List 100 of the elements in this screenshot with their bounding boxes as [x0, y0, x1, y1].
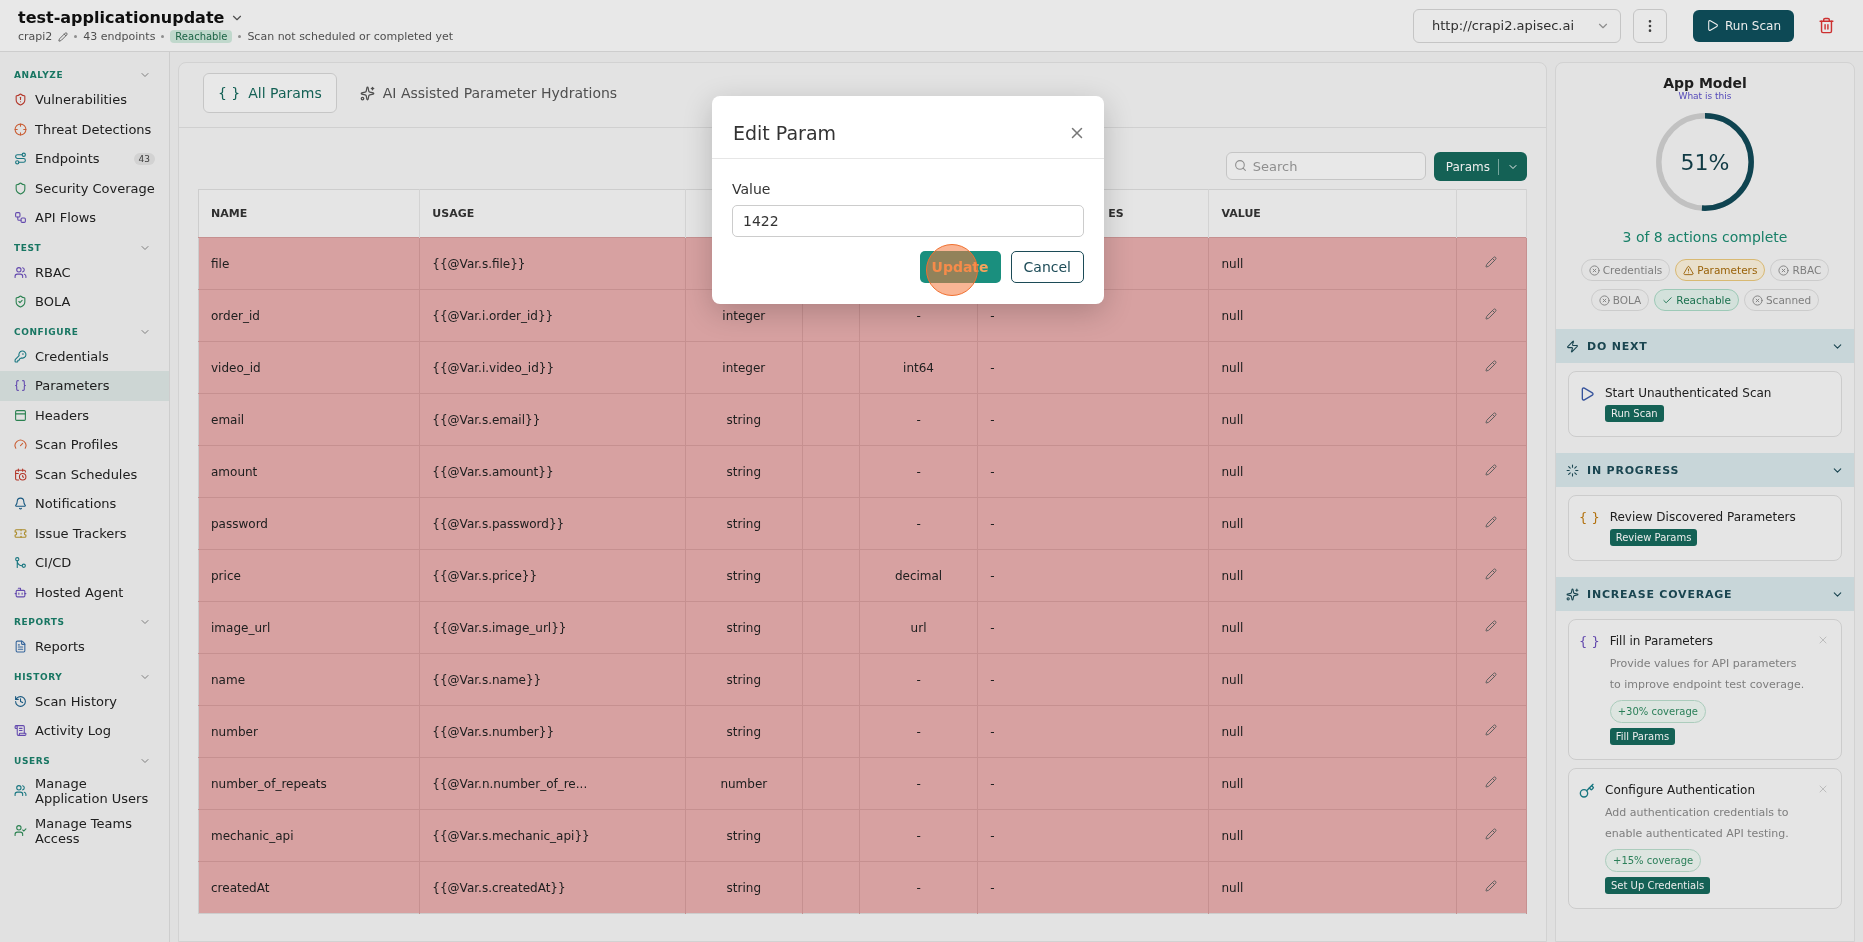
- action-button[interactable]: Run Scan: [1605, 405, 1664, 422]
- section-header[interactable]: INCREASE COVERAGE: [1556, 577, 1854, 611]
- sidebar-item[interactable]: RBAC: [0, 257, 169, 287]
- progress-percent: 51%: [1680, 149, 1730, 175]
- param-type: string: [726, 672, 762, 687]
- edit-icon[interactable]: [1485, 776, 1498, 788]
- search-field[interactable]: Search: [1225, 152, 1426, 180]
- edit-icon[interactable]: [1485, 516, 1498, 528]
- sidebar-item[interactable]: Scan Schedules: [0, 459, 169, 489]
- edit-icon[interactable]: [1485, 256, 1498, 268]
- status-badge: Reachable: [170, 30, 233, 43]
- edit-icon[interactable]: [1485, 360, 1498, 372]
- param-format: int64: [903, 360, 934, 375]
- sidebar-item[interactable]: Manage Teams Access: [0, 810, 169, 851]
- sidebar-label: API Flows: [35, 210, 97, 226]
- edit-icon[interactable]: [1485, 828, 1498, 840]
- run-scan-button[interactable]: Run Scan: [1693, 9, 1794, 42]
- coverage-chip: +30% coverage: [1609, 700, 1706, 723]
- param-value: null: [1221, 828, 1244, 843]
- pencil-icon[interactable]: [58, 31, 69, 42]
- what-is-this-link[interactable]: What is this: [1562, 91, 1848, 101]
- sidebar-item[interactable]: Notifications: [0, 489, 169, 519]
- edit-icon[interactable]: [1485, 880, 1498, 892]
- tab[interactable]: AI Assisted Parameter Hydrations: [344, 73, 633, 113]
- sidebar-label: BOLA: [35, 294, 71, 310]
- tab[interactable]: { } All Params: [203, 73, 337, 113]
- column-header: NAME: [211, 207, 248, 220]
- x-circle-icon: [1588, 264, 1600, 276]
- check-icon: [1662, 294, 1674, 306]
- param-type: string: [726, 568, 762, 583]
- section-header[interactable]: DO NEXT: [1556, 329, 1854, 363]
- sidebar-item[interactable]: BOLA: [0, 287, 169, 317]
- sidebar-item[interactable]: Manage Application Users: [0, 770, 169, 811]
- sidebar-item[interactable]: Scan History: [0, 686, 169, 716]
- users-icon: [14, 784, 27, 797]
- edit-icon[interactable]: [1485, 568, 1498, 580]
- card-description: Add authentication credentials to enable authenticated API testing.: [1605, 805, 1790, 842]
- sidebar-item[interactable]: Endpoints 43: [0, 144, 169, 174]
- edit-icon[interactable]: [1485, 308, 1498, 320]
- x-circle-icon: [1778, 264, 1790, 276]
- param-format: -: [916, 464, 921, 479]
- value-field[interactable]: 1422: [732, 205, 1084, 237]
- param-format: -: [916, 308, 921, 323]
- sidebar-section-title: ANALYZE: [14, 70, 64, 80]
- key-icon: [1579, 783, 1595, 799]
- param-usage: {{@Var.s.number}}: [432, 724, 555, 739]
- edit-icon[interactable]: [1485, 464, 1498, 476]
- shield-check-icon: [14, 295, 27, 309]
- sidebar-item[interactable]: Activity Log: [0, 716, 169, 746]
- app-title: test-applicationupdate: [18, 8, 225, 27]
- action-button[interactable]: Fill Params: [1609, 728, 1676, 745]
- edit-icon[interactable]: [1485, 724, 1498, 736]
- param-format: -: [916, 880, 921, 895]
- gauge-icon: [14, 438, 27, 452]
- trash-icon[interactable]: [1818, 17, 1835, 34]
- sidebar-item[interactable]: Reports: [0, 632, 169, 662]
- user-check-icon: [14, 824, 27, 837]
- sidebar-item[interactable]: Parameters: [0, 371, 169, 401]
- status-chip: BOLA: [1590, 289, 1650, 311]
- sidebar-item[interactable]: API Flows: [0, 203, 169, 233]
- sidebar-section-title: HISTORY: [14, 671, 63, 682]
- dialog-title: Edit Param: [733, 122, 837, 144]
- params-button[interactable]: Params: [1433, 152, 1527, 181]
- sidebar-section-title: CONFIGURE: [14, 326, 79, 337]
- param-usage: {{@Var.i.video_id}}: [432, 360, 555, 375]
- scan-status: Scan not scheduled or completed yet: [247, 30, 454, 43]
- param-name: mechanic_api: [211, 828, 294, 843]
- sidebar-label: Vulnerabilities: [35, 92, 127, 108]
- param-type: string: [726, 412, 762, 427]
- edit-icon[interactable]: [1485, 672, 1498, 684]
- calendar-icon: [14, 467, 27, 481]
- param-usage: {{@Var.n.number_of_re...: [432, 776, 588, 791]
- workflow-icon: [14, 211, 27, 225]
- x-circle-icon: [1751, 294, 1763, 306]
- sidebar-item[interactable]: Credentials: [0, 341, 169, 371]
- sidebar-item[interactable]: Vulnerabilities: [0, 85, 169, 115]
- table-cell: -: [990, 828, 995, 843]
- cancel-button[interactable]: Cancel: [1010, 251, 1084, 283]
- param-name: number: [211, 724, 258, 739]
- sidebar-item[interactable]: Security Coverage: [0, 173, 169, 203]
- edit-icon[interactable]: [1485, 412, 1498, 424]
- card-title: Review Discovered Parameters: [1609, 510, 1796, 524]
- sidebar-section-title: REPORTS: [14, 617, 65, 627]
- action-button[interactable]: Review Params: [1609, 529, 1698, 546]
- sidebar-label: Scan History: [35, 693, 117, 709]
- section-header[interactable]: IN PROGRESS: [1556, 453, 1854, 487]
- sidebar-item[interactable]: Issue Trackers: [0, 518, 169, 548]
- param-type: number: [720, 776, 768, 791]
- sidebar-item[interactable]: Hosted Agent: [0, 577, 169, 607]
- sidebar-item[interactable]: Scan Profiles: [0, 430, 169, 460]
- column-header: USAGE: [432, 207, 475, 220]
- sidebar-item[interactable]: CI/CD: [0, 548, 169, 578]
- endpoint-count: 43 endpoints: [83, 30, 156, 43]
- edit-icon[interactable]: [1485, 620, 1498, 632]
- url-select[interactable]: http://crapi2.apisec.ai: [1413, 8, 1621, 43]
- braces-icon: { }: [218, 85, 241, 101]
- braces-icon: { }: [1579, 510, 1600, 546]
- sidebar-item[interactable]: Threat Detections: [0, 114, 169, 144]
- action-button[interactable]: Set Up Credentials: [1605, 877, 1711, 894]
- param-value: null: [1221, 516, 1244, 531]
